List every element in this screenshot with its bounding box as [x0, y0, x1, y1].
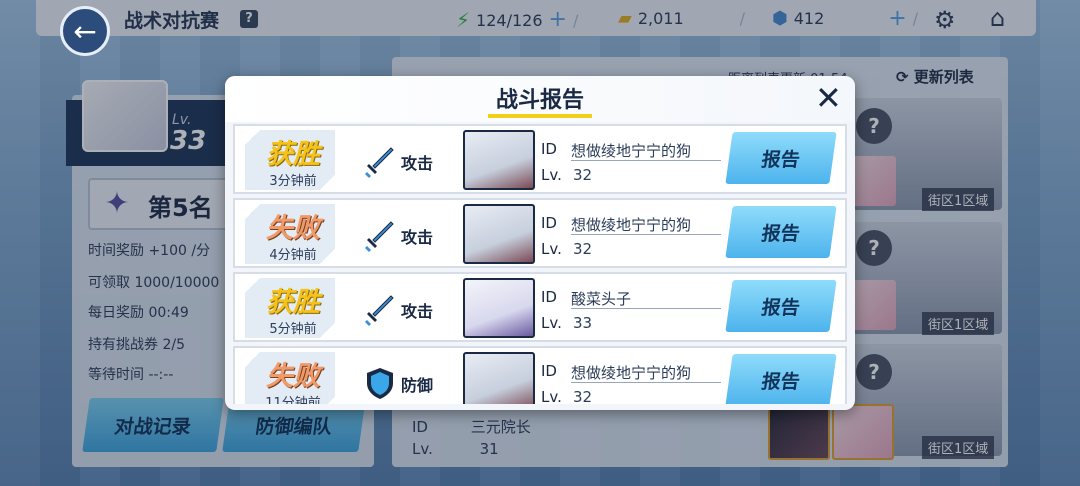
level-label: Lv. [541, 314, 562, 332]
sword-icon [365, 147, 394, 178]
opponent-level: 33 [573, 314, 593, 332]
opponent-id: 想做绫地宁宁的狗 [571, 216, 692, 234]
result-text: 失败 [266, 213, 320, 244]
opponent-level: 32 [573, 166, 593, 184]
divider-line [571, 234, 721, 235]
report-button[interactable]: 报告 [725, 354, 837, 404]
opponent-id: 想做绫地宁宁的狗 [571, 364, 692, 382]
result-time: 4分钟前 [269, 248, 317, 263]
result-badge: 失败 4分钟前 [245, 204, 335, 264]
report-list[interactable]: 获胜 3分钟前 攻击 ID 想做绫地宁宁的狗 Lv. 32 报告 失败 4分钟前 [233, 124, 847, 404]
opponent-avatar [463, 352, 535, 404]
divider-line [571, 382, 721, 383]
report-row: 获胜 5分钟前 攻击 ID 酸菜头子 Lv. 33 报告 [233, 272, 847, 342]
result-time: 5分钟前 [269, 322, 317, 337]
result-text: 获胜 [266, 287, 320, 318]
id-label: ID [541, 288, 557, 306]
result-text: 获胜 [266, 139, 320, 170]
back-button[interactable]: ← [60, 6, 110, 56]
action-label: 攻击 [401, 228, 434, 247]
action-label: 攻击 [401, 154, 434, 173]
report-button[interactable]: 报告 [725, 280, 837, 332]
result-badge: 获胜 3分钟前 [245, 130, 335, 190]
result-time: 3分钟前 [269, 174, 317, 189]
action-label: 防御 [401, 376, 434, 395]
report-row: 失败 4分钟前 攻击 ID 想做绫地宁宁的狗 Lv. 32 报告 [233, 198, 847, 268]
report-button[interactable]: 报告 [725, 206, 837, 258]
action-label: 攻击 [401, 302, 434, 321]
report-row: 获胜 3分钟前 攻击 ID 想做绫地宁宁的狗 Lv. 32 报告 [233, 124, 847, 194]
sword-icon [365, 221, 394, 252]
title-underline [488, 114, 592, 118]
opponent-avatar [463, 204, 535, 264]
opponent-id: 想做绫地宁宁的狗 [571, 142, 692, 160]
id-label: ID [541, 140, 557, 158]
dialog-title: 战斗报告 [495, 88, 584, 113]
result-badge: 失败 11分钟前 [245, 352, 335, 404]
back-arrow-icon: ← [73, 14, 97, 48]
close-icon: ✕ [815, 79, 842, 117]
id-label: ID [541, 214, 557, 232]
divider-line [571, 308, 721, 309]
opponent-avatar [463, 130, 535, 190]
id-label: ID [541, 362, 557, 380]
level-label: Lv. [541, 240, 562, 258]
result-badge: 获胜 5分钟前 [245, 278, 335, 338]
report-row: 失败 11分钟前 防御 ID 想做绫地宁宁的狗 Lv. 32 报告 [233, 346, 847, 404]
shield-icon [367, 368, 393, 399]
opponent-level: 32 [573, 388, 593, 404]
report-button[interactable]: 报告 [725, 132, 837, 184]
opponent-id: 酸菜头子 [571, 290, 632, 308]
result-time: 11分钟前 [265, 396, 321, 404]
result-text: 失败 [266, 361, 320, 392]
close-button[interactable]: ✕ [815, 82, 842, 114]
battle-report-dialog: 战斗报告 ✕ 获胜 3分钟前 攻击 ID 想做绫地宁宁的狗 Lv. 32 报告 [225, 76, 855, 410]
opponent-level: 32 [573, 240, 593, 258]
level-label: Lv. [541, 166, 562, 184]
opponent-avatar [463, 278, 535, 338]
divider-line [571, 160, 721, 161]
sword-icon [365, 295, 394, 326]
level-label: Lv. [541, 388, 562, 404]
